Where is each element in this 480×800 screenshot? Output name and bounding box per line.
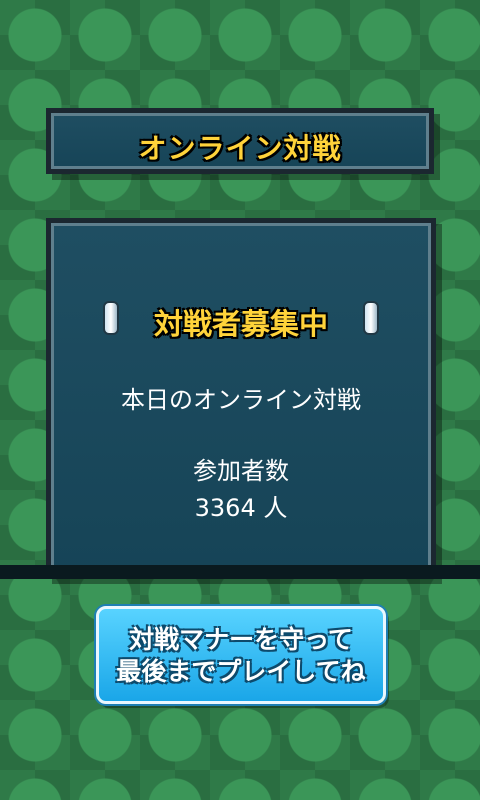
matchmaking-panel: 対戦者募集中 本日のオンライン対戦 参加者数 3364 人	[46, 218, 436, 578]
manners-button[interactable]: 対戦マナーを守って 最後までプレイしてね	[96, 606, 386, 704]
divider-bar	[0, 565, 480, 579]
manners-line-1: 対戦マナーを守って	[129, 625, 353, 654]
online-battle-label: 本日のオンライン対戦	[121, 386, 361, 414]
page-title: オンライン対戦	[138, 132, 342, 165]
participants-count: 3364 人	[194, 494, 288, 522]
panel-header: 対戦者募集中	[153, 307, 328, 341]
participants-label: 参加者数	[193, 457, 289, 485]
manners-line-2: 最後までプレイしてね	[116, 657, 366, 686]
title-banner: オンライン対戦	[46, 108, 434, 174]
